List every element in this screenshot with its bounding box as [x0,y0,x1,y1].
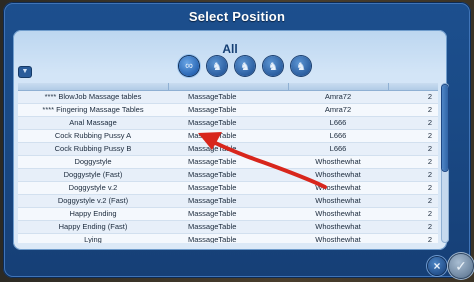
position-name-cell: **** BlowJob Massage tables [44,92,142,101]
creator-cell: L666 [329,131,347,140]
position-name-cell: Happy Ending (Fast) [58,222,128,231]
creator-cell: Whosthewhat [315,196,361,205]
actor-count-cell: 2 [427,222,432,231]
object-cell: MassageTable [188,105,237,114]
object-cell: MassageTable [188,144,237,153]
table-row[interactable]: Cock Rubbing Pussy B MassageTable L666 2 [18,143,438,156]
position-table: **** BlowJob Massage tables MassageTable A… [18,83,438,243]
position-name-cell: Happy Ending [69,209,117,218]
actor-count-cell: 2 [427,105,432,114]
creator-cell: Whosthewhat [315,157,361,166]
actor-count-cell: 2 [427,196,432,205]
actor-count-cell: 2 [427,144,432,153]
table-body: **** BlowJob Massage tables MassageTable A… [18,91,438,243]
creator-cell: Amra72 [324,92,352,101]
position-name-cell: Doggystyle [74,157,112,166]
creator-cell: Amra72 [324,105,352,114]
object-cell: MassageTable [188,118,237,127]
actor-count-cell: 2 [427,157,432,166]
table-row[interactable]: **** Fingering Massage Tables MassageTabl… [18,104,438,117]
creator-cell: Whosthewhat [315,183,361,192]
position-name-cell: Doggystyle v.2 (Fast) [57,196,129,205]
scrollbar[interactable] [441,83,449,243]
object-cell: MassageTable [188,131,237,140]
position-name-cell: Doggystyle v.2 [68,183,118,192]
actor-count-cell: 2 [427,183,432,192]
actor-count-cell: 2 [427,131,432,140]
actor-count-cell: 2 [427,209,432,218]
content-panel: All ∞ ♞ ♞ ♞ ♞ ▼ **** BlowJob Massage tab… [13,30,449,250]
object-cell: MassageTable [188,209,237,218]
table-row[interactable]: Lying MassageTable Whosthewhat 2 [18,234,438,243]
table-row[interactable]: Doggystyle MassageTable Whosthewhat 2 [18,156,438,169]
position-name-cell: Anal Massage [69,118,117,127]
object-cell: MassageTable [188,183,237,192]
object-cell: MassageTable [188,157,237,166]
category-heading: All [222,42,238,56]
dialog-title: Select Position [188,9,286,24]
filter-bar: ∞ ♞ ♞ ♞ ♞ [179,56,311,78]
creator-cell: L666 [329,144,347,153]
creator-cell: Whosthewhat [315,170,361,179]
table-row[interactable]: Cock Rubbing Pussy A MassageTable L666 2 [18,130,438,143]
table-row[interactable]: Doggystyle (Fast) MassageTable Whosthewhat… [18,169,438,182]
actor-count-cell: 2 [427,170,432,179]
select-position-dialog: Select Position All ∞ ♞ ♞ ♞ ♞ ▼ **** Blo… [3,2,473,278]
position-name-cell: Cock Rubbing Pussy B [54,144,132,153]
object-cell: MassageTable [188,235,237,243]
object-cell: MassageTable [188,170,237,179]
table-row[interactable]: Anal Massage MassageTable L666 2 [18,117,438,130]
creator-cell: Whosthewhat [315,222,361,231]
table-row[interactable]: **** BlowJob Massage tables MassageTable A… [18,91,438,104]
position-name-cell: Doggystyle (Fast) [63,170,123,179]
actor-count-cell: 2 [427,235,432,243]
creator-cell: Whosthewhat [315,235,361,243]
position-name-cell: **** Fingering Massage Tables [42,105,144,114]
table-row[interactable]: Doggystyle v.2 (Fast) MassageTable Whosthe… [18,195,438,208]
pose-icon[interactable]: ♞ [235,56,255,76]
object-cell: MassageTable [188,222,237,231]
scrollbar-thumb[interactable] [442,85,448,171]
pose-icon[interactable]: ♞ [291,56,311,76]
pose-icon[interactable]: ♞ [263,56,283,76]
pose-icon[interactable]: ♞ [207,56,227,76]
table-header[interactable] [18,83,438,91]
close-button[interactable]: × [428,257,446,275]
position-name-cell: Cock Rubbing Pussy A [54,131,132,140]
object-cell: MassageTable [188,92,237,101]
actor-count-cell: 2 [427,92,432,101]
object-cell: MassageTable [188,196,237,205]
accept-button[interactable]: ✓ [449,254,473,278]
chevron-down-icon[interactable]: ▼ [19,67,31,77]
table-row[interactable]: Happy Ending MassageTable Whosthewhat 2 [18,208,438,221]
infinity-icon[interactable]: ∞ [179,56,199,76]
position-name-cell: Lying [84,235,102,243]
table-row[interactable]: Happy Ending (Fast) MassageTable Whosthewh… [18,221,438,234]
creator-cell: Whosthewhat [315,209,361,218]
table-row[interactable]: Doggystyle v.2 MassageTable Whosthewhat 2 [18,182,438,195]
actor-count-cell: 2 [427,118,432,127]
creator-cell: L666 [329,118,347,127]
